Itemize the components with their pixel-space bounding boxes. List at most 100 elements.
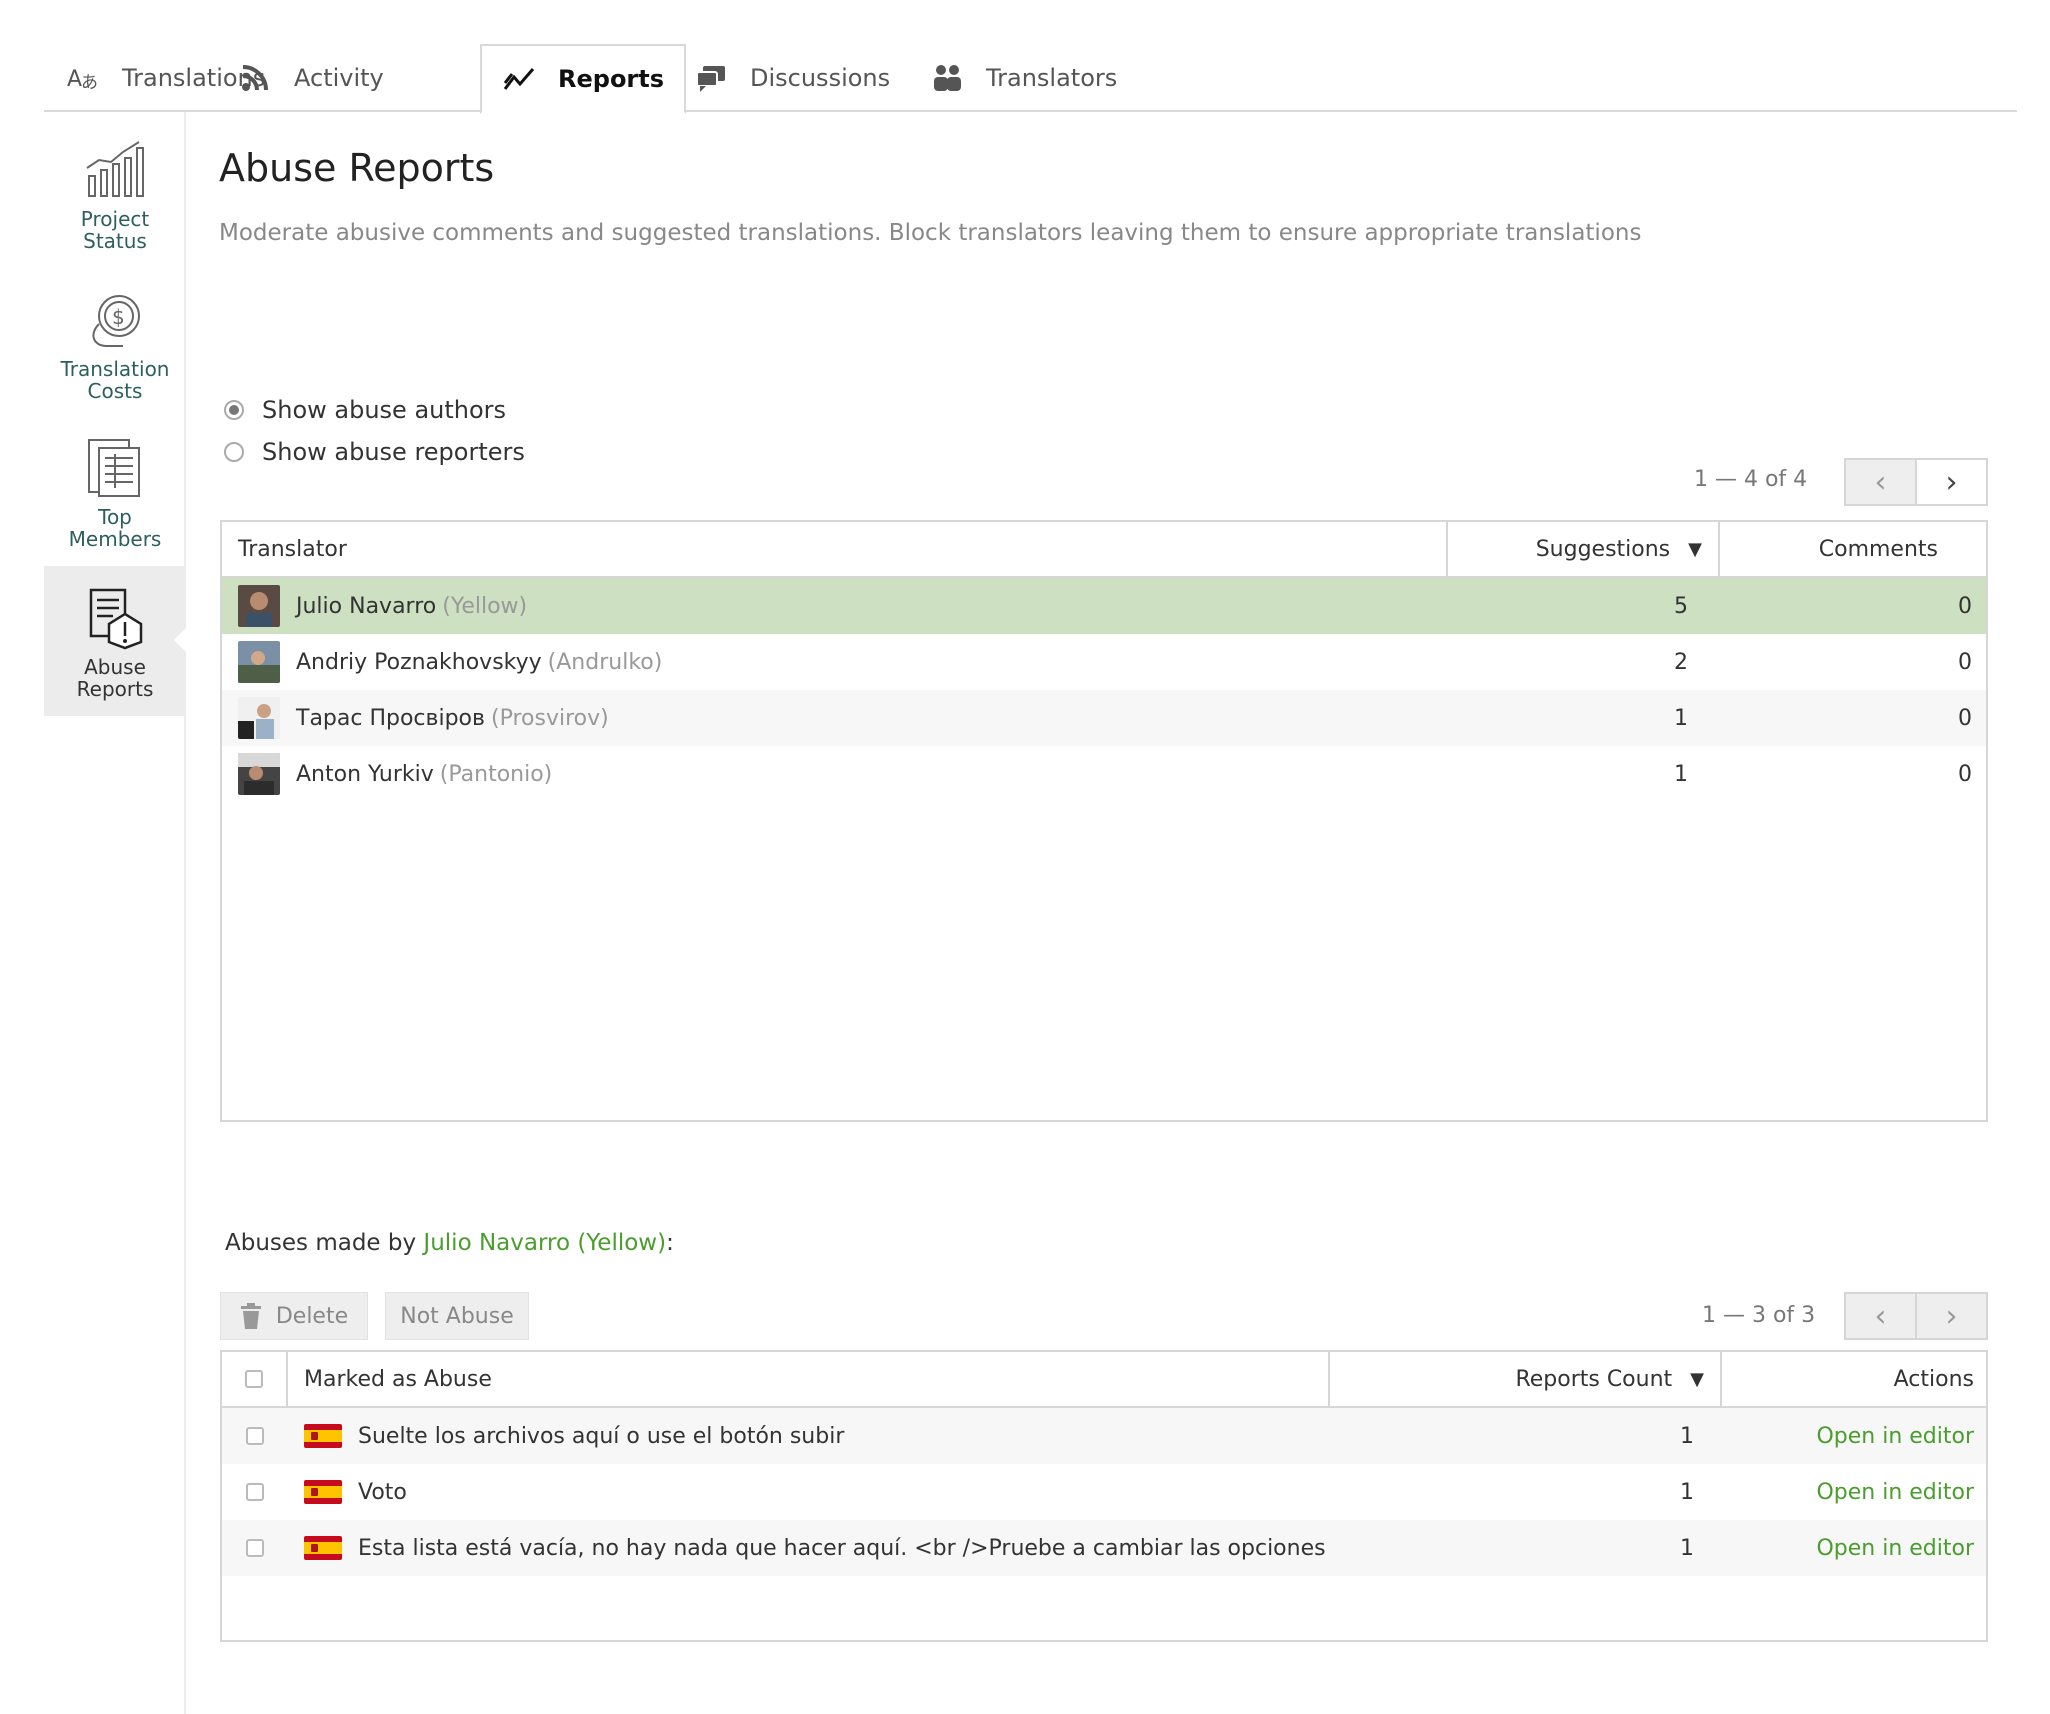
row-checkbox[interactable]	[246, 1539, 264, 1557]
tab-label: Activity	[294, 64, 384, 92]
suggestions-count: 5	[1674, 593, 1688, 619]
chevron-right-icon: ›	[1945, 1298, 1958, 1334]
tab-translations[interactable]: Aあ Translations	[66, 44, 265, 112]
sidebar-item-label: Project Status	[80, 207, 150, 253]
show-authors-radio[interactable]: Show abuse authors	[224, 396, 506, 424]
table-row[interactable]: Тарас Просвіров (Prosvirov) 1 0	[222, 690, 1986, 746]
open-in-editor-link[interactable]: Open in editor	[1816, 1424, 1974, 1449]
next-page-button[interactable]: ›	[1917, 460, 1986, 504]
radio-button[interactable]	[224, 400, 244, 420]
abuses-heading: Abuses made by Julio Navarro (Yellow):	[225, 1230, 674, 1256]
column-label: Suggestions	[1535, 536, 1671, 562]
page-title: Abuse Reports	[219, 146, 495, 190]
trash-icon	[240, 1303, 261, 1329]
abuses-heading-prefix: Abuses made by	[225, 1230, 424, 1256]
spain-flag-icon	[304, 1536, 342, 1560]
translator-nickname: (Yellow)	[442, 593, 528, 619]
translator-nickname: (Prosvirov)	[491, 705, 609, 731]
comments-count: 0	[1958, 705, 1972, 731]
open-in-editor-link[interactable]: Open in editor	[1816, 1536, 1974, 1561]
spain-flag-icon	[304, 1480, 342, 1504]
column-translator[interactable]: Translator	[222, 522, 1448, 576]
svg-text:あ: あ	[81, 73, 98, 93]
table-row[interactable]: Anton Yurkiv (Pantonio) 1 0	[222, 746, 1986, 802]
radio-button[interactable]	[224, 442, 244, 462]
translate-icon: Aあ	[66, 61, 100, 95]
translator-nickname: (Andrulko)	[547, 649, 663, 675]
sidebar-item-abuse-reports[interactable]: Abuse Reports	[44, 566, 188, 716]
suggestions-count: 2	[1674, 649, 1688, 675]
column-label: Marked as Abuse	[304, 1366, 492, 1392]
sort-desc-icon: ▼	[1690, 1368, 1704, 1390]
button-label: Not Abuse	[400, 1303, 514, 1329]
abuse-text: Esta lista está vacía, no hay nada que h…	[358, 1535, 1330, 1561]
authors-pager-text: 1 — 4 of 4	[1694, 467, 1808, 492]
table-row[interactable]: Julio Navarro (Yellow) 5 0	[222, 578, 1986, 634]
chevron-left-icon: ‹	[1874, 464, 1887, 500]
open-in-editor-link[interactable]: Open in editor	[1816, 1480, 1974, 1505]
column-comments[interactable]: Comments	[1720, 522, 1986, 576]
chevron-left-icon: ‹	[1874, 1298, 1887, 1334]
prev-page-button[interactable]: ‹	[1846, 460, 1917, 504]
reports-count: 1	[1680, 1479, 1694, 1505]
column-marked-as-abuse[interactable]: Marked as Abuse	[288, 1352, 1330, 1406]
abuse-authors-table: Translator Suggestions ▼ Comments Julio …	[220, 520, 1988, 1122]
show-reporters-radio[interactable]: Show abuse reporters	[224, 438, 525, 466]
avatar	[238, 697, 280, 739]
sort-desc-icon: ▼	[1688, 538, 1702, 560]
tab-reports[interactable]: Reports	[480, 44, 687, 114]
comments-count: 0	[1958, 761, 1972, 787]
document-list-icon	[88, 439, 140, 497]
translator-nickname: (Pantonio)	[439, 761, 553, 787]
row-checkbox[interactable]	[246, 1427, 264, 1445]
svg-text:A: A	[67, 67, 82, 92]
report-warning-icon	[89, 588, 143, 650]
bar-chart-icon	[86, 141, 144, 197]
column-actions: Actions	[1722, 1352, 1986, 1406]
delete-button[interactable]: Delete	[220, 1292, 368, 1340]
not-abuse-button[interactable]: Not Abuse	[385, 1292, 529, 1340]
translator-name: Тарас Просвіров	[296, 705, 485, 731]
translator-name: Anton Yurkiv	[296, 761, 434, 787]
avatar	[238, 585, 280, 627]
column-label: Comments	[1818, 536, 1938, 562]
table-header: Translator Suggestions ▼ Comments	[222, 522, 1986, 578]
rss-icon	[238, 61, 272, 95]
abuses-pager-text: 1 — 3 of 3	[1702, 1303, 1816, 1328]
radio-label: Show abuse authors	[262, 396, 507, 424]
radio-label: Show abuse reporters	[262, 438, 525, 466]
top-tabs: Aあ Translations Activity Reports Discuss…	[44, 44, 2017, 114]
column-reports-count[interactable]: Reports Count ▼	[1330, 1352, 1722, 1406]
tab-translators[interactable]: Translators	[930, 44, 1117, 112]
row-checkbox[interactable]	[246, 1483, 264, 1501]
tab-label: Discussions	[750, 64, 891, 92]
abuses-user-link[interactable]: Julio Navarro (Yellow)	[423, 1230, 666, 1256]
sidebar-item-translation-costs[interactable]: $ Translation Costs	[44, 288, 186, 418]
select-all-checkbox[interactable]	[245, 1370, 263, 1388]
sidebar-item-top-members[interactable]: Top Members	[44, 436, 186, 566]
tab-activity[interactable]: Activity	[238, 44, 384, 112]
tab-discussions[interactable]: Discussions	[694, 44, 890, 112]
chat-bubbles-icon	[694, 61, 728, 95]
page-description: Moderate abusive comments and suggested …	[219, 220, 1642, 246]
column-label: Reports Count	[1515, 1366, 1673, 1392]
prev-page-button[interactable]: ‹	[1846, 1294, 1917, 1338]
sidebar-item-project-status[interactable]: Project Status	[44, 138, 186, 268]
column-suggestions[interactable]: Suggestions ▼	[1448, 522, 1720, 576]
table-header: Marked as Abuse Reports Count ▼ Actions	[222, 1352, 1986, 1408]
reports-sidebar: Project Status $ Translation Costs Top M…	[44, 112, 188, 1714]
comments-count: 0	[1958, 649, 1972, 675]
translator-name: Andriy Poznakhovskyy	[296, 649, 542, 675]
sidebar-item-label: Top Members	[68, 505, 162, 551]
column-label: Translator	[238, 536, 347, 562]
table-row: Voto 1 Open in editor	[222, 1464, 1986, 1520]
active-indicator	[174, 626, 188, 654]
next-page-button[interactable]: ›	[1917, 1294, 1986, 1338]
abuses-pager: ‹ ›	[1844, 1292, 1988, 1340]
column-select-all	[222, 1352, 288, 1406]
spain-flag-icon	[304, 1424, 342, 1448]
suggestions-count: 1	[1674, 761, 1688, 787]
table-row[interactable]: Andriy Poznakhovskyy (Andrulko) 2 0	[222, 634, 1986, 690]
avatar	[238, 641, 280, 683]
reports-count: 1	[1680, 1535, 1694, 1561]
